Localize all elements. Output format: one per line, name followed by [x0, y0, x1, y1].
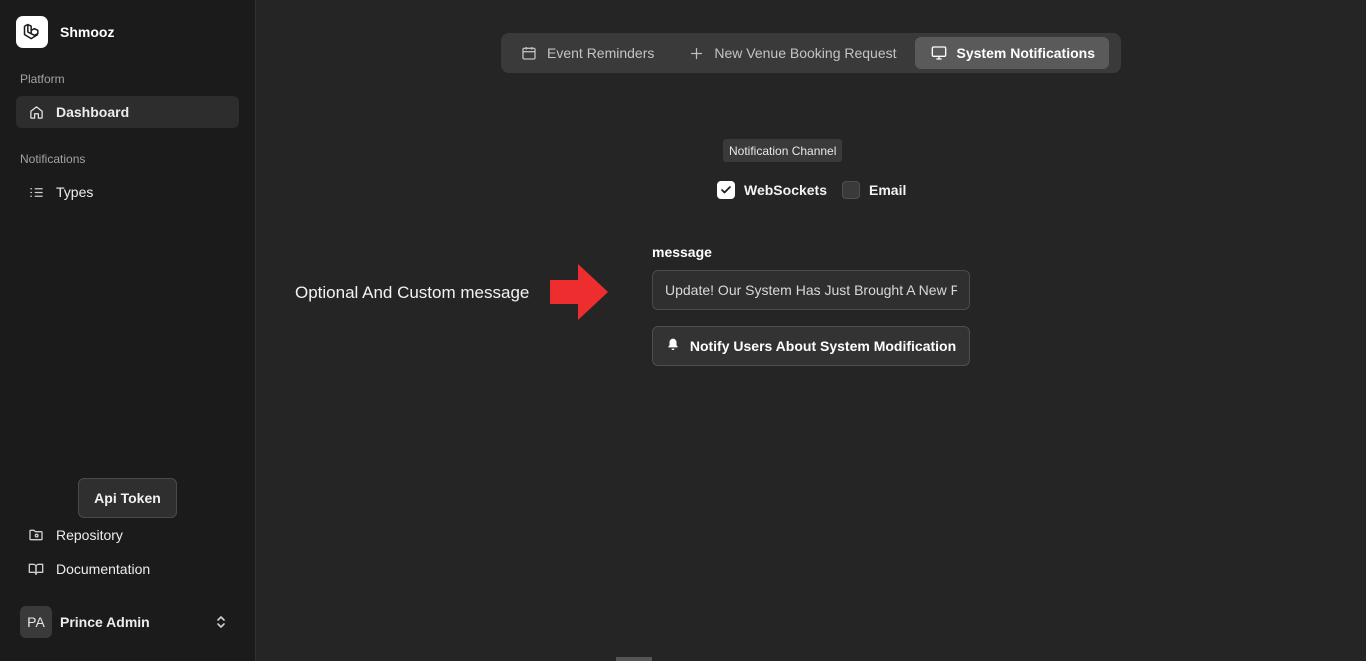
- message-input[interactable]: [652, 270, 970, 310]
- sidebar: Shmooz Platform Dashboard Notifications …: [0, 0, 256, 661]
- scroll-indicator: [616, 657, 652, 661]
- tab-new-venue-booking-request[interactable]: New Venue Booking Request: [672, 37, 910, 69]
- sidebar-item-dashboard[interactable]: Dashboard: [16, 96, 239, 128]
- sidebar-item-label: Repository: [56, 527, 123, 543]
- tab-system-notifications[interactable]: System Notifications: [914, 37, 1109, 69]
- sidebar-item-repository[interactable]: Repository: [16, 519, 239, 551]
- annotation-text: Optional And Custom message: [295, 283, 530, 302]
- section-label-notifications: Notifications: [20, 152, 86, 166]
- notify-button-label: Notify Users About System Modification: [689, 338, 957, 354]
- sidebar-item-types[interactable]: Types: [16, 176, 239, 208]
- avatar: PA: [20, 606, 52, 638]
- checkbox-label: WebSockets: [744, 182, 827, 198]
- notification-type-tabs: Event Reminders New Venue Booking Reques…: [501, 33, 1121, 73]
- folder-git-icon: [28, 527, 44, 543]
- checkbox-unchecked-icon[interactable]: [842, 181, 860, 199]
- checkbox-label: Email: [869, 182, 907, 198]
- message-label: message: [652, 244, 712, 260]
- app-name: Shmooz: [60, 24, 115, 40]
- sidebar-item-documentation[interactable]: Documentation: [16, 553, 239, 585]
- brand[interactable]: Shmooz: [16, 16, 114, 48]
- bell-icon: [666, 337, 680, 355]
- sidebar-item-label: Types: [56, 184, 94, 200]
- list-icon: [28, 184, 44, 200]
- calendar-icon: [521, 45, 537, 61]
- notification-channel-badge: Notification Channel: [723, 139, 843, 162]
- api-token-button[interactable]: Api Token: [78, 478, 177, 518]
- user-name: Prince Admin: [60, 614, 150, 630]
- sidebar-item-label: Documentation: [56, 561, 151, 577]
- email-checkbox[interactable]: Email: [842, 181, 906, 199]
- tab-label: System Notifications: [956, 45, 1095, 61]
- monitor-icon: [931, 45, 947, 61]
- tab-event-reminders[interactable]: Event Reminders: [505, 37, 668, 69]
- annotation-arrow-icon: [550, 264, 608, 320]
- chevrons-up-down-icon: [211, 615, 231, 629]
- tab-label: New Venue Booking Request: [714, 45, 897, 61]
- checkbox-checked-icon[interactable]: [717, 181, 735, 199]
- plus-icon: [688, 45, 704, 61]
- sidebar-item-label: Dashboard: [56, 104, 130, 120]
- websockets-checkbox[interactable]: WebSockets: [717, 181, 827, 199]
- section-label-platform: Platform: [20, 72, 65, 86]
- app-window: Shmooz Platform Dashboard Notifications …: [0, 0, 1366, 661]
- laravel-logo-icon: [16, 16, 48, 48]
- tab-label: Event Reminders: [547, 45, 655, 61]
- home-icon: [28, 104, 44, 120]
- book-open-icon: [28, 561, 44, 577]
- user-menu[interactable]: PA Prince Admin: [16, 602, 239, 642]
- notify-users-button[interactable]: Notify Users About System Modification: [652, 326, 970, 366]
